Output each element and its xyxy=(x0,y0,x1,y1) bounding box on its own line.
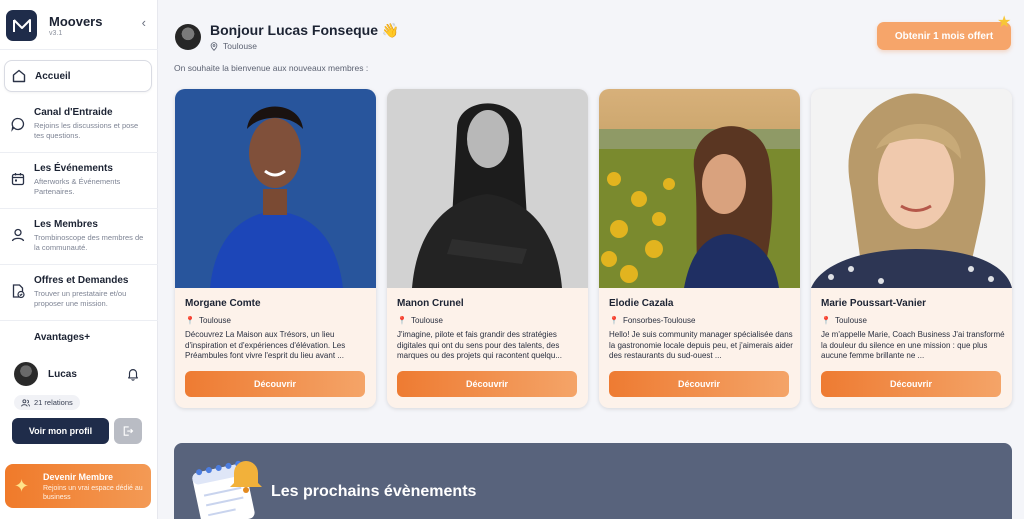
avatar[interactable] xyxy=(14,362,38,386)
member-name: Morgane Comte xyxy=(185,298,261,309)
member-location: 📍 Toulouse xyxy=(821,316,867,325)
divider xyxy=(0,152,158,153)
chat-bubble-icon xyxy=(11,117,25,132)
member-bio: Hello! Je suis community manager spécial… xyxy=(609,330,793,360)
sidebar-item-label: Accueil xyxy=(35,71,71,82)
calendar-icon xyxy=(11,173,25,186)
logo-icon xyxy=(12,18,31,32)
collapse-sidebar-icon[interactable]: ‹ xyxy=(142,15,146,30)
sidebar: Moovers v3.1 ‹ Accueil Canal d'Entraide … xyxy=(0,0,158,519)
member-name: Marie Poussart-Vanier xyxy=(821,298,927,309)
map-pin-icon: 📍 xyxy=(609,316,619,325)
member-photo[interactable] xyxy=(175,89,376,288)
member-photo[interactable] xyxy=(387,89,588,288)
relations-badge[interactable]: 21 relations xyxy=(14,395,80,410)
discover-button[interactable]: Découvrir xyxy=(397,371,577,397)
brand: Moovers v3.1 ‹ xyxy=(6,8,152,44)
document-check-icon xyxy=(12,284,25,299)
home-icon xyxy=(12,69,26,83)
sidebar-item-label: Canal d'Entraide xyxy=(34,107,113,118)
page-title: Bonjour Lucas Fonseque 👋 xyxy=(210,22,399,39)
member-location: 📍 Toulouse xyxy=(185,316,231,325)
sidebar-item-members[interactable]: Les Membres Trombinoscope des membres de… xyxy=(4,212,152,262)
member-name: Elodie Cazala xyxy=(609,298,674,309)
user-location: Toulouse xyxy=(210,41,257,51)
member-bio: Je m'appelle Marie, Coach Business J'ai … xyxy=(821,330,1005,360)
free-month-offer-button[interactable]: Obtenir 1 mois offert xyxy=(877,22,1011,50)
logout-button[interactable] xyxy=(114,418,142,444)
member-card: Elodie Cazala 📍 Fonsorbes-Toulouse Hello!… xyxy=(599,89,800,408)
user-name: Lucas xyxy=(48,369,77,380)
relations-count: 21 relations xyxy=(34,398,73,407)
sidebar-item-help-channel[interactable]: Canal d'Entraide Rejoins les discussions… xyxy=(4,100,152,150)
member-location: 📍 Fonsorbes-Toulouse xyxy=(609,316,695,325)
users-icon xyxy=(21,398,30,407)
member-photo[interactable] xyxy=(599,89,800,288)
sidebar-item-perks[interactable]: Avantages+ xyxy=(4,326,152,346)
divider xyxy=(0,264,158,265)
sidebar-item-events[interactable]: Les Événements Afterworks & Événements P… xyxy=(4,156,152,206)
sparkle-icon: ✦ xyxy=(14,476,30,496)
member-location-text: Toulouse xyxy=(410,316,443,325)
become-member-title: Devenir Membre xyxy=(43,472,114,482)
sidebar-item-label: Offres et Demandes xyxy=(34,275,129,286)
divider xyxy=(0,49,158,50)
bell-icon[interactable] xyxy=(126,367,140,381)
become-member-desc: Rejoins un vrai espace dédié au business xyxy=(43,485,143,501)
wave-icon: 👋 xyxy=(381,22,400,38)
member-name: Manon Crunel xyxy=(397,298,464,309)
main-content: Bonjour Lucas Fonseque 👋 Toulouse Obteni… xyxy=(159,0,1024,519)
member-card: Morgane Comte 📍 Toulouse Découvrez La Mai… xyxy=(175,89,376,408)
user-icon xyxy=(11,228,25,242)
welcome-text: On souhaite la bienvenue aux nouveaux me… xyxy=(174,63,369,73)
greeting: Bonjour Lucas Fonseque xyxy=(210,22,379,38)
discover-button[interactable]: Découvrir xyxy=(821,371,1001,397)
sidebar-item-label: Les Événements xyxy=(34,163,113,174)
brand-name: Moovers xyxy=(49,14,103,29)
user-card: Lucas 21 relations Voir mon profil xyxy=(5,352,151,452)
sidebar-item-label: Les Membres xyxy=(34,219,98,230)
member-card: Manon Crunel 📍 Toulouse J'imagine, pilote… xyxy=(387,89,588,408)
member-photo[interactable] xyxy=(811,89,1012,288)
app-logo[interactable] xyxy=(6,10,37,41)
avatar[interactable] xyxy=(175,24,201,50)
location-text: Toulouse xyxy=(223,41,258,51)
member-card: Marie Poussart-Vanier 📍 Toulouse Je m'app… xyxy=(811,89,1012,408)
member-location-text: Toulouse xyxy=(198,316,231,325)
view-profile-button[interactable]: Voir mon profil xyxy=(12,418,109,444)
map-pin-icon xyxy=(210,41,218,51)
discover-button[interactable]: Découvrir xyxy=(609,371,789,397)
sidebar-item-desc: Afterworks & Événements Partenaires. xyxy=(34,177,121,196)
star-icon: ★ xyxy=(997,14,1012,31)
sidebar-item-home[interactable]: Accueil xyxy=(4,60,152,92)
map-pin-icon: 📍 xyxy=(185,316,195,325)
map-pin-icon: 📍 xyxy=(397,316,407,325)
sidebar-item-offers[interactable]: Offres et Demandes Trouver un prestatair… xyxy=(4,268,152,318)
member-bio: Découvrez La Maison aux Trésors, un lieu… xyxy=(185,330,346,360)
sidebar-item-desc: Trouver un prestataire et/ou proposer un… xyxy=(34,289,127,308)
sidebar-item-desc: Rejoins les discussions et pose tes ques… xyxy=(34,121,139,140)
map-pin-icon: 📍 xyxy=(821,316,831,325)
logout-icon xyxy=(123,426,134,436)
section-title: Les prochains évènements xyxy=(271,483,477,500)
member-location-text: Toulouse xyxy=(834,316,867,325)
become-member-button[interactable]: ✦ Devenir Membre Rejoins un vrai espace … xyxy=(5,464,151,508)
upcoming-events-section: Les prochains évènements xyxy=(174,443,1012,519)
sidebar-item-desc: Trombinoscope des membres de la communau… xyxy=(34,233,144,252)
sidebar-item-label: Avantages+ xyxy=(34,332,91,343)
divider xyxy=(0,320,158,321)
calendar-bell-icon xyxy=(192,460,262,519)
discover-button[interactable]: Découvrir xyxy=(185,371,365,397)
member-location: 📍 Toulouse xyxy=(397,316,443,325)
member-location-text: Fonsorbes-Toulouse xyxy=(622,316,696,325)
app-version: v3.1 xyxy=(49,30,63,37)
member-bio: J'imagine, pilote et fais grandir des st… xyxy=(397,330,562,360)
divider xyxy=(0,208,158,209)
